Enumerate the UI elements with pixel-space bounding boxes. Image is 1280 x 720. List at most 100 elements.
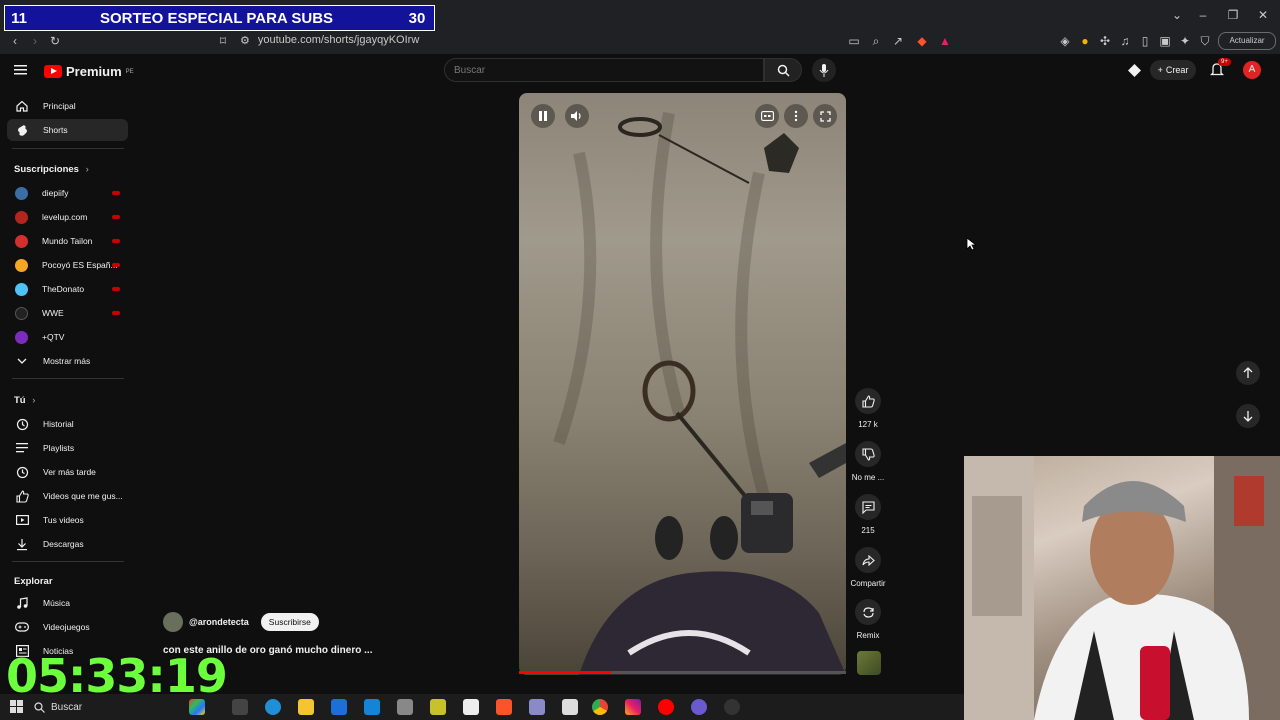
update-button[interactable]: Actualizar — [1218, 32, 1276, 50]
like-action[interactable]: 127 k — [852, 388, 884, 429]
puzzle-icon[interactable]: ✣ — [1098, 34, 1112, 48]
rewards-icon[interactable]: ▲ — [938, 34, 952, 48]
extension-icon[interactable]: ◈ — [1058, 34, 1072, 48]
brave-icon[interactable] — [496, 699, 512, 715]
sidebar-item-music[interactable]: Música — [7, 592, 128, 614]
previous-short-button[interactable] — [1236, 361, 1260, 385]
hamburger-menu-icon[interactable] — [14, 63, 28, 77]
brave-shield-icon[interactable]: ◆ — [915, 34, 929, 48]
sidebar-toggle-icon[interactable]: ▯ — [1138, 34, 1152, 48]
edge-icon[interactable] — [265, 699, 281, 715]
subscriptions-heading[interactable]: Suscripciones › — [14, 164, 89, 175]
video-progress-bar[interactable] — [519, 671, 846, 674]
sidebar-channel[interactable]: levelup.com — [7, 206, 128, 228]
dislike-button[interactable] — [855, 441, 881, 467]
channel-handle[interactable]: @arondetecta — [189, 617, 249, 627]
chrome-icon[interactable] — [592, 699, 608, 715]
app-purple-icon[interactable] — [529, 699, 545, 715]
search-box[interactable] — [444, 58, 764, 82]
app-white-icon[interactable] — [562, 699, 578, 715]
bookmark-icon[interactable]: ⌑ — [216, 34, 230, 48]
like-count: 127 k — [858, 420, 878, 429]
show-more-button[interactable]: Mostrar más — [7, 350, 128, 372]
sidebar-item-playlists[interactable]: Playlists — [7, 437, 128, 459]
forward-icon[interactable]: › — [28, 34, 42, 48]
captions-button[interactable] — [755, 104, 779, 128]
site-info-icon[interactable]: ⚙ — [240, 34, 250, 47]
share-action[interactable]: Compartir — [850, 547, 886, 588]
sidebar-item-principal[interactable]: Principal — [7, 95, 128, 117]
remix-action[interactable]: Remix — [852, 599, 884, 640]
store-icon[interactable] — [331, 699, 347, 715]
screen-icon[interactable]: ▭ — [847, 34, 861, 48]
notifications-button[interactable]: 9+ — [1209, 58, 1231, 78]
shorts-video-player[interactable] — [519, 93, 846, 675]
chevron-right-icon: › — [32, 395, 36, 406]
messenger-icon[interactable] — [691, 699, 707, 715]
vpn-icon[interactable]: ⛉ — [1198, 34, 1212, 48]
ai-icon[interactable]: ✦ — [1178, 34, 1192, 48]
you-heading[interactable]: Tú › — [14, 395, 35, 406]
youtube-premium-logo[interactable]: Premium PE — [44, 64, 134, 79]
restore-icon[interactable]: ❐ — [1226, 8, 1240, 22]
rubik-app-icon[interactable] — [189, 699, 205, 715]
sidebar-item-downloads[interactable]: Descargas — [7, 533, 128, 555]
reload-icon[interactable]: ↻ — [48, 34, 62, 48]
windows-start-icon[interactable] — [10, 700, 24, 714]
account-avatar[interactable]: A — [1243, 61, 1261, 79]
sidebar-channel[interactable]: Pocoyó ES Españ... — [7, 254, 128, 276]
close-window-icon[interactable]: ✕ — [1256, 8, 1270, 22]
sidebar-channel[interactable]: diepiify — [7, 182, 128, 204]
taskbar-search[interactable]: Buscar — [34, 696, 182, 718]
back-icon[interactable]: ‹ — [8, 34, 22, 48]
audio-thumbnail[interactable] — [857, 651, 881, 675]
volume-button[interactable] — [565, 104, 589, 128]
share-icon[interactable]: ↗ — [891, 34, 905, 48]
extension-color-icon[interactable]: ● — [1078, 34, 1092, 48]
like-button[interactable] — [855, 388, 881, 414]
address-bar[interactable]: ⚙ youtube.com/shorts/jgayqyKOIrw — [240, 31, 419, 49]
create-button[interactable]: + Crear — [1150, 60, 1196, 80]
media-icon[interactable]: ♫ — [1118, 34, 1132, 48]
sidebar-channel[interactable]: Mundo Tailon — [7, 230, 128, 252]
task-view-icon[interactable] — [232, 699, 248, 715]
share-button[interactable] — [855, 547, 881, 573]
comments-button[interactable] — [855, 494, 881, 520]
sidebar-channel[interactable]: TheDonato — [7, 278, 128, 300]
pause-button[interactable] — [531, 104, 555, 128]
voice-search-button[interactable] — [812, 58, 836, 82]
youtube-app-icon[interactable] — [658, 699, 674, 715]
instagram-icon[interactable] — [625, 699, 641, 715]
mail-icon[interactable] — [364, 699, 380, 715]
taskbar-search-label: Buscar — [51, 701, 83, 713]
overlay-right-number: 30 — [408, 9, 426, 27]
sidebar-item-your-videos[interactable]: Tus videos — [7, 509, 128, 531]
sidebar-item-history[interactable]: Historial — [7, 413, 128, 435]
comments-action[interactable]: 215 — [852, 494, 884, 535]
more-options-button[interactable] — [784, 104, 808, 128]
fullscreen-button[interactable] — [813, 104, 837, 128]
channel-avatar[interactable] — [163, 612, 183, 632]
tab-list-icon[interactable]: ⌄ — [1170, 8, 1184, 22]
remix-button[interactable] — [855, 599, 881, 625]
dislike-action[interactable]: No me ... — [852, 441, 884, 482]
sidebar-item-watch-later[interactable]: Ver más tarde — [7, 461, 128, 483]
app-icon[interactable] — [397, 699, 413, 715]
cast-icon[interactable] — [1127, 63, 1143, 79]
sidebar-item-gaming[interactable]: Videojuegos — [7, 616, 128, 638]
file-explorer-icon[interactable] — [298, 699, 314, 715]
document-icon[interactable] — [463, 699, 479, 715]
minimize-icon[interactable]: – — [1196, 8, 1210, 22]
app-yellow-icon[interactable] — [430, 699, 446, 715]
subscribe-button[interactable]: Suscribirse — [260, 613, 319, 631]
next-short-button[interactable] — [1236, 404, 1260, 428]
sidebar-channel[interactable]: +QTV — [7, 326, 128, 348]
search-button[interactable] — [764, 58, 802, 82]
sidebar-channel[interactable]: WWE — [7, 302, 128, 324]
zoom-icon[interactable]: ⌕ — [869, 34, 883, 48]
search-input[interactable] — [445, 59, 763, 81]
wallet-icon[interactable]: ▣ — [1158, 34, 1172, 48]
obs-icon[interactable] — [724, 699, 740, 715]
sidebar-item-liked-videos[interactable]: Videos que me gus... — [7, 485, 128, 507]
sidebar-item-shorts[interactable]: Shorts — [7, 119, 128, 141]
